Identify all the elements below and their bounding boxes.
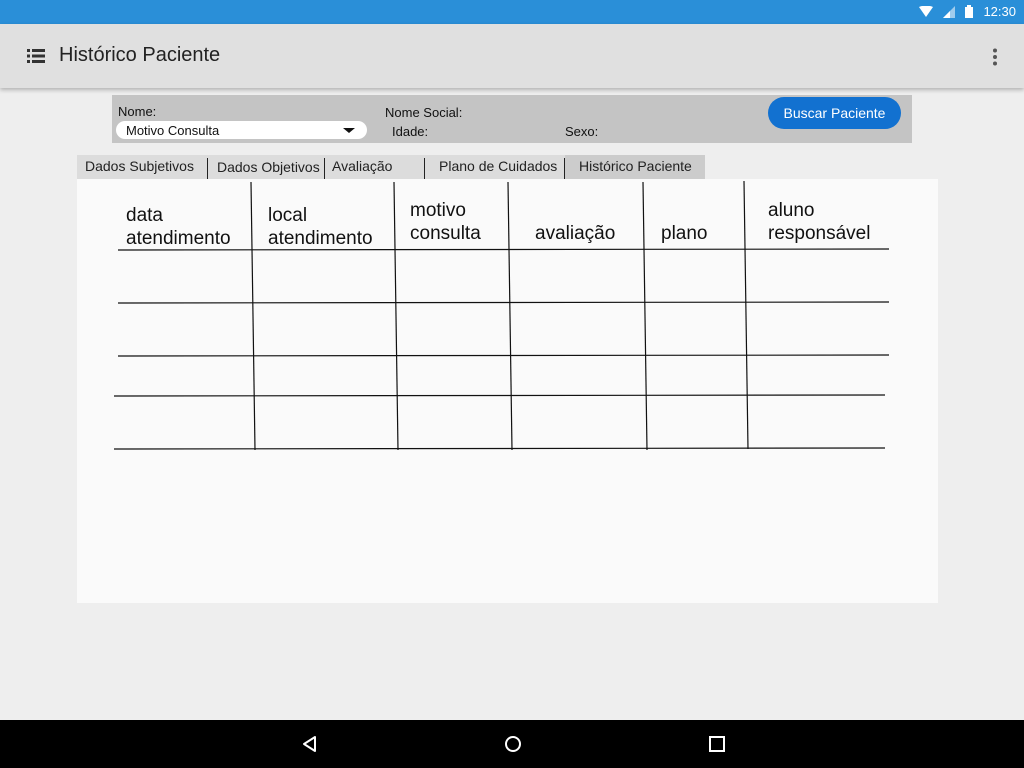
more-vert-icon[interactable] — [992, 48, 998, 66]
header-line: atendimento — [268, 228, 373, 249]
column-header-motivo-consulta: motivo consulta — [410, 199, 481, 245]
column-header-plano: plano — [661, 222, 708, 245]
tab-bar: Dados Subjetivos Dados Objetivos Avaliaç… — [77, 155, 938, 179]
nome-label: Nome: — [118, 104, 157, 119]
page-title: Histórico Paciente — [59, 44, 221, 66]
motivo-consulta-dropdown[interactable]: Motivo Consulta — [116, 121, 367, 139]
status-icons: 12:30 — [919, 4, 1016, 19]
back-icon[interactable] — [300, 734, 320, 754]
battery-icon — [965, 5, 974, 18]
status-bar: 12:30 — [0, 0, 1024, 24]
header-line: atendimento — [126, 228, 231, 249]
tab-label: Avaliação — [332, 158, 393, 174]
tab-label: Histórico Paciente — [579, 158, 692, 174]
historico-content: data atendimento local atendimento motiv… — [77, 179, 938, 603]
tab-label: Dados Subjetivos — [85, 158, 194, 174]
dropdown-caret-icon — [343, 128, 355, 133]
tab-plano-de-cuidados[interactable]: Plano de Cuidados — [425, 155, 565, 179]
clock-text: 12:30 — [983, 4, 1016, 19]
patient-panel: Nome: Motivo Consulta Nome Social: Idade… — [112, 95, 912, 143]
tab-label: Dados Objetivos — [217, 159, 320, 175]
dropdown-value: Motivo Consulta — [126, 123, 220, 138]
header-line: responsável — [768, 223, 871, 244]
header-line: local — [268, 205, 308, 226]
buscar-paciente-button[interactable]: Buscar Paciente — [768, 97, 901, 129]
list-menu-icon[interactable] — [27, 48, 45, 64]
column-header-avaliacao: avaliação — [535, 222, 615, 245]
column-header-aluno-responsavel: aluno responsável — [768, 199, 870, 245]
header-line: data — [126, 205, 163, 226]
header-line: motivo — [410, 200, 466, 221]
header-line: aluno — [768, 200, 815, 221]
sexo-label: Sexo: — [565, 124, 599, 139]
tab-avaliacao[interactable]: Avaliação — [324, 155, 425, 179]
tab-label: Plano de Cuidados — [439, 158, 558, 174]
signal-icon — [943, 5, 956, 18]
tab-dados-subjetivos[interactable]: Dados Subjetivos — [77, 155, 207, 179]
tab-dados-objetivos[interactable]: Dados Objetivos — [207, 155, 324, 179]
tab-historico-paciente[interactable]: Histórico Paciente — [565, 155, 705, 179]
header-line: avaliação — [535, 223, 616, 244]
column-header-data-atendimento: data atendimento — [126, 204, 231, 250]
column-header-local-atendimento: local atendimento — [268, 204, 373, 250]
idade-label: Idade: — [392, 124, 429, 139]
home-icon[interactable] — [503, 734, 523, 754]
app-bar: Histórico Paciente — [0, 24, 1024, 88]
recents-icon[interactable] — [707, 734, 727, 754]
nome-social-label: Nome Social: — [385, 105, 463, 120]
header-line: consulta — [410, 223, 481, 244]
navigation-bar — [0, 720, 1024, 768]
header-line: plano — [661, 223, 708, 244]
wifi-icon — [919, 5, 934, 18]
